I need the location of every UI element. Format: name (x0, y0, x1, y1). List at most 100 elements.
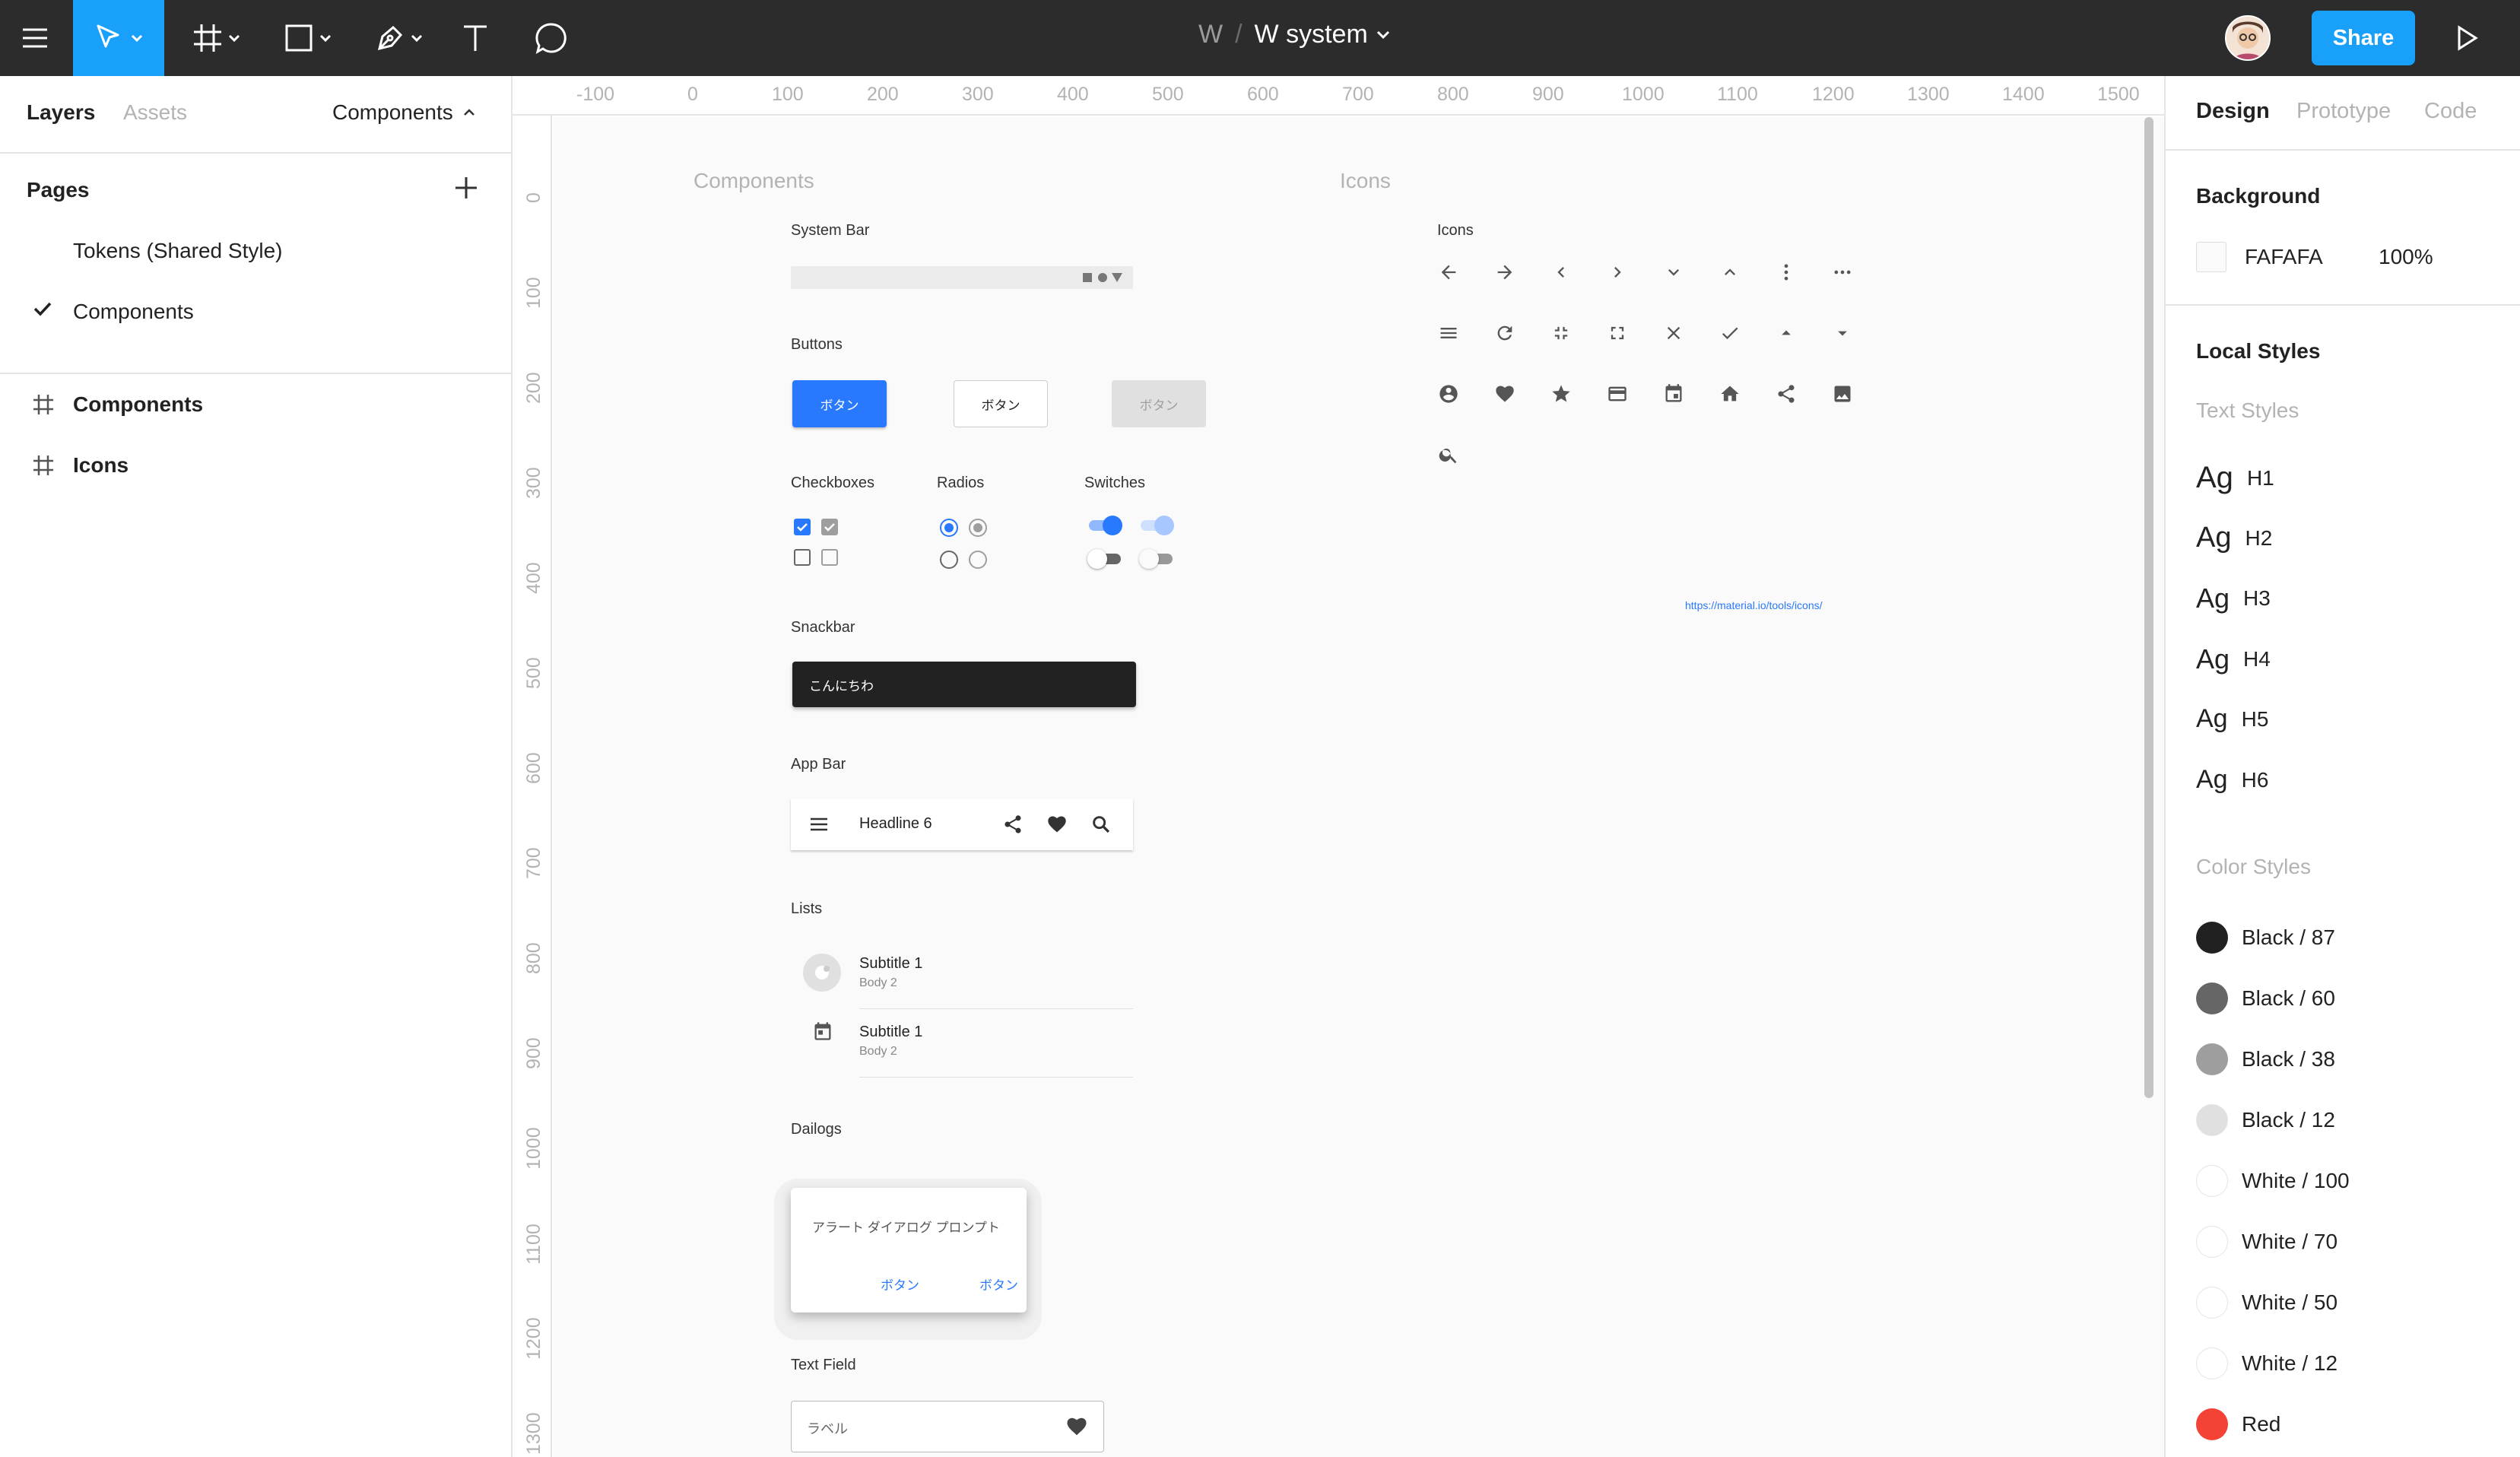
search-icon[interactable] (1090, 814, 1112, 835)
layer-item-components[interactable]: Components (32, 392, 203, 417)
dialog-button-1[interactable]: ボタン (881, 1274, 919, 1294)
switch-off[interactable] (1087, 549, 1122, 569)
team-name[interactable]: W (1198, 20, 1223, 49)
expand-more-icon[interactable] (1658, 257, 1689, 287)
present-button[interactable] (2444, 0, 2490, 76)
switch-on-disabled[interactable] (1139, 516, 1174, 535)
main-menu-button[interactable] (0, 0, 70, 76)
text-style-h2[interactable]: Ag H2 (2196, 522, 2272, 554)
file-name[interactable]: W system (1255, 20, 1368, 49)
outlined-button[interactable]: ボタン (954, 380, 1048, 427)
search-icon[interactable] (1433, 440, 1464, 470)
alert-dialog[interactable]: アラート ダイアログ プロンプト ボタン ボタン (791, 1188, 1027, 1313)
account-circle-icon[interactable] (1433, 379, 1464, 409)
radio-unselected-disabled[interactable] (969, 551, 987, 569)
home-icon[interactable] (1715, 379, 1745, 409)
color-style-item[interactable]: Red (2196, 1408, 2280, 1440)
fullscreen-icon[interactable] (1602, 318, 1633, 348)
frame-title-icons[interactable]: Icons (1340, 169, 1391, 193)
radio-selected[interactable] (940, 519, 958, 537)
tab-layers[interactable]: Layers (27, 100, 95, 125)
list-item[interactable]: Subtitle 1 Body 2 (791, 1010, 1133, 1078)
image-icon[interactable] (1827, 379, 1858, 409)
material-icons-link[interactable]: https://material.io/tools/icons/ (1685, 599, 1823, 611)
color-style-item[interactable]: Black / 60 (2196, 982, 2335, 1014)
close-icon[interactable] (1658, 318, 1689, 348)
app-bar[interactable]: Headline 6 (791, 798, 1133, 850)
chevron-down-icon[interactable] (1376, 30, 1391, 40)
text-style-h3[interactable]: Ag H3 (2196, 582, 2271, 614)
page-item-tokens[interactable]: Tokens (Shared Style) (73, 239, 282, 263)
color-style-item[interactable]: White / 70 (2196, 1226, 2338, 1258)
color-style-item[interactable]: White / 100 (2196, 1165, 2350, 1197)
color-style-item[interactable]: Black / 87 (2196, 922, 2335, 954)
arrow-drop-down-icon[interactable] (1827, 318, 1858, 348)
background-opacity[interactable]: 100% (2379, 245, 2433, 269)
system-bar[interactable] (791, 266, 1133, 289)
share-icon[interactable] (1002, 814, 1024, 835)
frame-tool-button[interactable] (182, 0, 251, 76)
text-style-h1[interactable]: Ag H1 (2196, 461, 2274, 495)
pen-tool-button[interactable] (365, 0, 433, 76)
comment-tool-button[interactable] (528, 0, 574, 76)
hamburger-menu-icon[interactable] (809, 817, 829, 832)
text-style-h5[interactable]: Ag H5 (2196, 704, 2268, 734)
radio-unselected[interactable] (940, 551, 958, 569)
color-style-item[interactable]: White / 50 (2196, 1287, 2338, 1319)
chevron-right-icon[interactable] (1602, 257, 1633, 287)
menu-icon[interactable] (1433, 318, 1464, 348)
event-icon[interactable] (1658, 379, 1689, 409)
color-style-item[interactable]: White / 12 (2196, 1347, 2338, 1379)
contained-button[interactable]: ボタン (792, 380, 887, 427)
tab-prototype[interactable]: Prototype (2296, 99, 2391, 124)
frame-title-components[interactable]: Components (693, 169, 814, 193)
credit-card-icon[interactable] (1602, 379, 1633, 409)
arrow-drop-up-icon[interactable] (1771, 318, 1801, 348)
text-field[interactable]: ラベル (791, 1401, 1104, 1452)
fullscreen-exit-icon[interactable] (1546, 318, 1576, 348)
checkbox-unchecked[interactable] (794, 549, 811, 566)
page-selector[interactable]: Components (332, 100, 476, 125)
tab-code[interactable]: Code (2424, 99, 2477, 124)
color-style-item[interactable]: Black / 38 (2196, 1043, 2335, 1075)
favorite-icon[interactable] (1490, 379, 1520, 409)
list-item[interactable]: Subtitle 1 Body 2 (791, 941, 1133, 1010)
refresh-icon[interactable] (1490, 318, 1520, 348)
checkbox-unchecked-disabled[interactable] (821, 549, 838, 566)
more-vert-icon[interactable] (1771, 257, 1801, 287)
design-canvas[interactable]: Components Icons System Bar Buttons ボタン … (554, 117, 2164, 1457)
more-horiz-icon[interactable] (1827, 257, 1858, 287)
page-item-components[interactable]: Components (73, 300, 194, 324)
text-style-h4[interactable]: Ag H4 (2196, 643, 2271, 675)
switch-on[interactable] (1087, 516, 1122, 535)
dialog-button-2[interactable]: ボタン (979, 1274, 1018, 1294)
expand-less-icon[interactable] (1715, 257, 1745, 287)
shape-tool-button[interactable] (274, 0, 342, 76)
arrow-back-icon[interactable] (1433, 257, 1464, 287)
tab-assets[interactable]: Assets (123, 100, 187, 125)
switch-off-disabled[interactable] (1139, 549, 1174, 569)
checkbox-checked[interactable] (794, 519, 811, 535)
share-icon[interactable] (1771, 379, 1801, 409)
chevron-left-icon[interactable] (1546, 257, 1576, 287)
heart-icon[interactable] (1065, 1415, 1088, 1438)
add-page-button[interactable] (453, 175, 479, 201)
color-style-item[interactable]: Black / 12 (2196, 1104, 2335, 1136)
background-hex[interactable]: FAFAFA (2245, 245, 2323, 269)
heart-icon[interactable] (1046, 814, 1068, 835)
tab-design[interactable]: Design (2196, 99, 2270, 124)
layer-item-icons[interactable]: Icons (32, 453, 129, 478)
share-button[interactable]: Share (2312, 11, 2415, 65)
disabled-button[interactable]: ボタン (1112, 380, 1206, 427)
vertical-scrollbar[interactable] (2144, 117, 2153, 1098)
check-icon[interactable] (1715, 318, 1745, 348)
user-avatar[interactable] (2225, 15, 2271, 61)
checkbox-checked-disabled[interactable] (821, 519, 838, 535)
text-style-h6[interactable]: Ag H6 (2196, 765, 2268, 795)
arrow-forward-icon[interactable] (1490, 257, 1520, 287)
move-tool-button[interactable] (73, 0, 164, 76)
snackbar[interactable]: こんにちわ (792, 662, 1136, 707)
text-tool-button[interactable] (456, 0, 494, 76)
radio-selected-disabled[interactable] (969, 519, 987, 537)
background-swatch[interactable] (2196, 242, 2226, 272)
